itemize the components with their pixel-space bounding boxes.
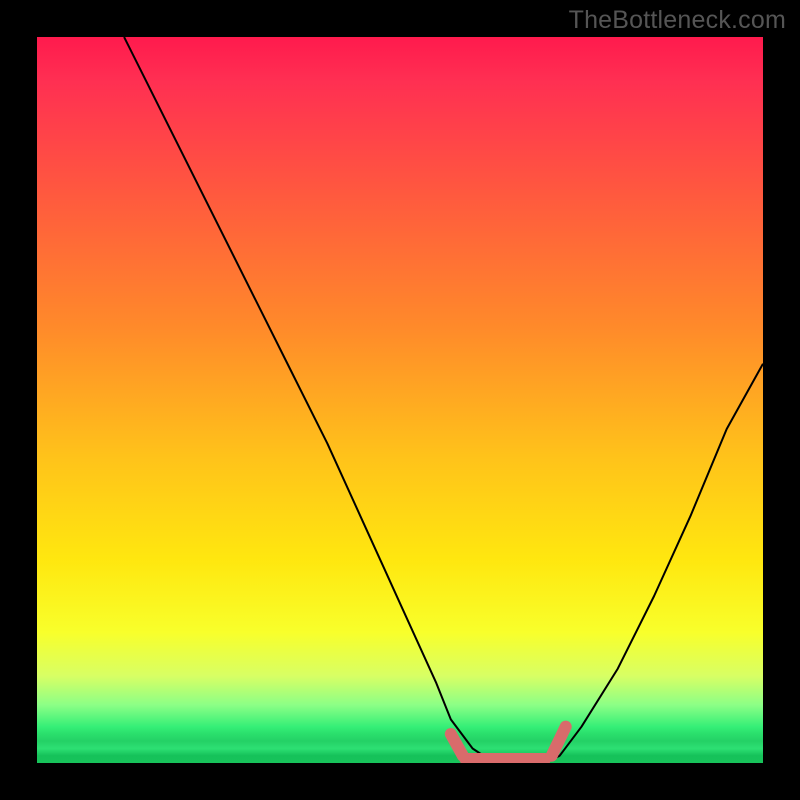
bottleneck-curve <box>124 37 763 763</box>
flat-left-edge <box>451 734 463 756</box>
curve-svg <box>37 37 763 763</box>
plot-area <box>37 37 763 763</box>
bottleneck-curve-group <box>124 37 763 763</box>
chart-frame: TheBottleneck.com <box>0 0 800 800</box>
watermark-text: TheBottleneck.com <box>569 6 786 35</box>
